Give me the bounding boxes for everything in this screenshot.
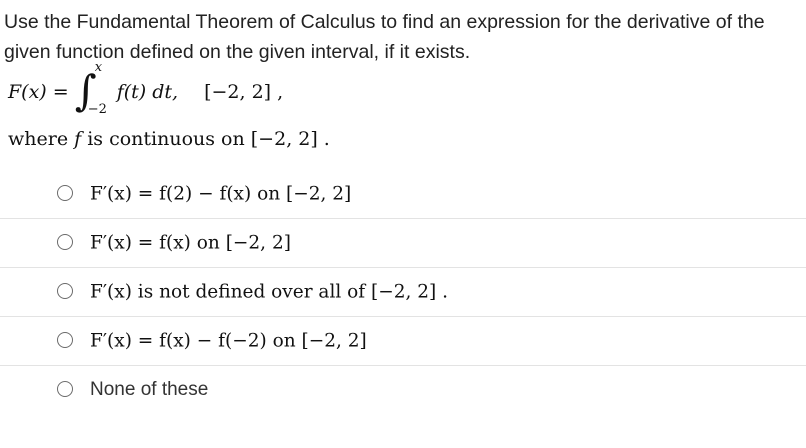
answer-option-label[interactable]: F′(x) = f(2) − f(x) on [−2, 2] bbox=[90, 184, 351, 205]
integral-lower-limit: −2 bbox=[87, 102, 107, 117]
integrand: f(t) dt, bbox=[116, 81, 179, 103]
domain-interval: [−2, 2] , bbox=[204, 81, 284, 103]
integral-symbol: ∫ x −2 bbox=[75, 60, 113, 120]
answer-option-label[interactable]: F′(x) = f(x) on [−2, 2] bbox=[90, 233, 291, 254]
function-definition: F(x) = ∫ x −2 f(t) dt, [−2, 2] , bbox=[8, 60, 284, 120]
radio-button[interactable] bbox=[57, 234, 73, 250]
answer-option[interactable]: F′(x) is not defined over all of [−2, 2]… bbox=[0, 268, 806, 317]
answer-option[interactable]: None of these bbox=[0, 366, 806, 414]
where-variable: f bbox=[74, 128, 82, 150]
radio-button[interactable] bbox=[57, 283, 73, 299]
answer-option-label[interactable]: F′(x) is not defined over all of [−2, 2]… bbox=[90, 282, 448, 303]
continuity-condition: where f is continuous on [−2, 2] . bbox=[8, 128, 330, 150]
answer-option-label[interactable]: F′(x) = f(x) − f(−2) on [−2, 2] bbox=[90, 331, 367, 352]
radio-button[interactable] bbox=[57, 381, 73, 397]
answer-option-label[interactable]: None of these bbox=[90, 379, 208, 401]
question-prompt: Use the Fundamental Theorem of Calculus … bbox=[4, 11, 765, 63]
integral-upper-limit: x bbox=[94, 60, 103, 75]
radio-button[interactable] bbox=[57, 185, 73, 201]
answer-option[interactable]: F′(x) = f(x) − f(−2) on [−2, 2] bbox=[0, 317, 806, 366]
answer-options: F′(x) = f(2) − f(x) on [−2, 2] F′(x) = f… bbox=[0, 170, 806, 414]
function-lhs: F(x) = bbox=[8, 81, 69, 103]
radio-button[interactable] bbox=[57, 332, 73, 348]
answer-option[interactable]: F′(x) = f(2) − f(x) on [−2, 2] bbox=[0, 170, 806, 219]
where-suffix: is continuous on [−2, 2] . bbox=[87, 128, 330, 150]
where-prefix: where bbox=[8, 128, 69, 150]
answer-option[interactable]: F′(x) = f(x) on [−2, 2] bbox=[0, 219, 806, 268]
